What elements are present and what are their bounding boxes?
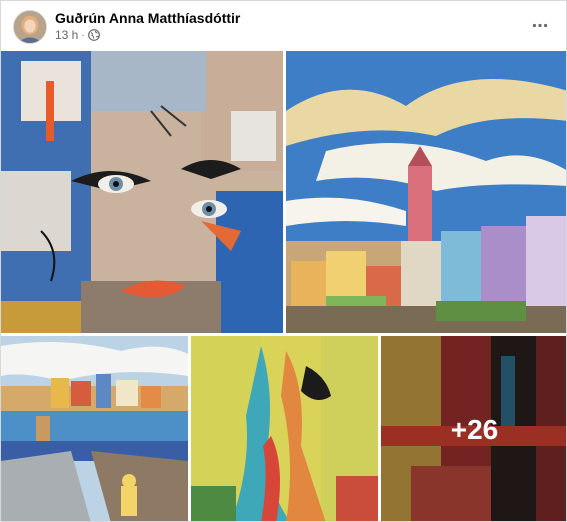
author-name[interactable]: Guðrún Anna Matthíasdóttir: [55, 10, 240, 26]
post-meta: 13 h ·: [55, 28, 100, 42]
post-time[interactable]: 13 h: [55, 28, 78, 42]
facebook-post: Guðrún Anna Matthíasdóttir 13 h · +26: [0, 0, 567, 522]
photo-4[interactable]: [191, 336, 378, 521]
post-header: Guðrún Anna Matthíasdóttir 13 h ·: [1, 1, 566, 51]
photo-1[interactable]: [1, 51, 283, 333]
more-options-icon[interactable]: [528, 15, 552, 35]
photo-5[interactable]: +26: [381, 336, 566, 521]
meta-separator: ·: [81, 29, 85, 41]
globe-icon[interactable]: [87, 29, 100, 41]
photo-3[interactable]: [1, 336, 188, 521]
avatar[interactable]: [13, 10, 47, 44]
photo-2[interactable]: [286, 51, 566, 333]
more-photos-overlay[interactable]: +26: [381, 336, 566, 521]
more-photos-count: +26: [450, 413, 499, 445]
